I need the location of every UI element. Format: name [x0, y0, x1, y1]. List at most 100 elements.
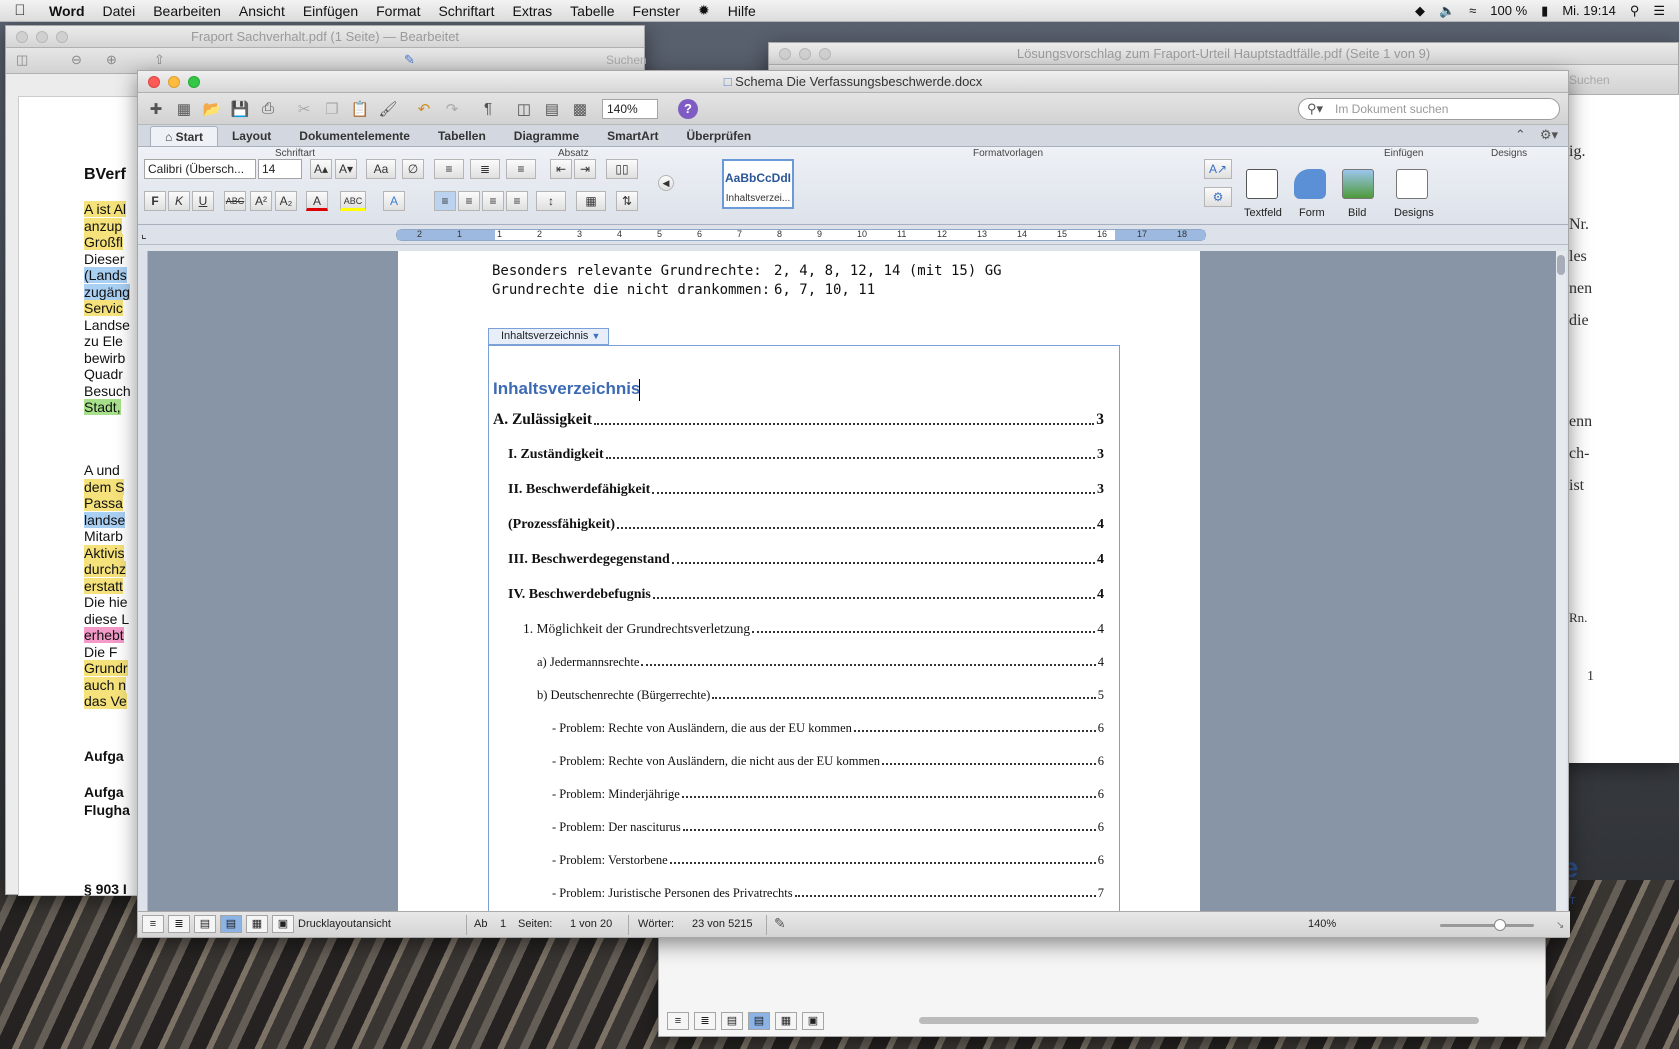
toc-entry[interactable]: (Prozessfähigkeit) 4	[508, 517, 1104, 533]
change-case-button[interactable]: Aa	[366, 159, 396, 179]
view-notebook-button[interactable]: ▤	[194, 915, 216, 933]
view-notebook-button[interactable]: ▤	[721, 1012, 743, 1030]
view-publishing-button[interactable]: ▦	[775, 1012, 797, 1030]
insert-picture-label[interactable]: Bild	[1348, 207, 1366, 219]
apple-menu-icon[interactable]: 	[0, 2, 40, 19]
toc-entry[interactable]: IV. Beschwerdebefugnis 4	[508, 587, 1104, 603]
font-size-select[interactable]: 14	[258, 159, 302, 179]
menu-bearbeiten[interactable]: Bearbeiten	[144, 3, 230, 19]
document-canvas[interactable]: Besonders relevante Grundrechte: 2, 4, 8…	[148, 251, 1558, 911]
clock[interactable]: Mi. 19:14	[1562, 3, 1615, 18]
toc-entry[interactable]: 1. Möglichkeit der Grundrechtsverletzung…	[523, 621, 1104, 637]
font-color-button[interactable]: A	[306, 191, 328, 211]
view-print-layout-button[interactable]: ▤	[748, 1012, 770, 1030]
borders-button[interactable]: ▦	[576, 191, 606, 211]
close-button[interactable]	[779, 48, 791, 60]
document-search-input[interactable]: ⚲▾ Im Dokument suchen	[1298, 98, 1560, 120]
collapse-ribbon-icon[interactable]: ⌃	[1515, 127, 1526, 143]
toc-entry[interactable]: - Problem: Minderjährige 6	[552, 787, 1104, 802]
menu-einfuegen[interactable]: Einfügen	[294, 3, 367, 19]
tab-ueberpruefen[interactable]: Überprüfen	[673, 126, 766, 146]
view-outline-button[interactable]: ≣	[168, 915, 190, 933]
highlight-button[interactable]: ABC	[340, 191, 366, 211]
bold-button[interactable]: F	[144, 191, 166, 211]
script-menu-icon[interactable]: ✹	[689, 2, 719, 19]
format-painter-icon[interactable]: 🖌	[376, 98, 400, 120]
window-titlebar[interactable]: Fraport Sachverhalt.pdf (1 Seite) — Bear…	[6, 26, 644, 48]
toolbox-icon[interactable]: ▤	[540, 98, 564, 120]
style-toc-heading[interactable]: AaBbCcDdI Inhaltsverzei...	[722, 159, 794, 209]
view-draft-button[interactable]: ≡	[667, 1012, 689, 1030]
pdf-search-input[interactable]: Suchen	[1569, 73, 1610, 87]
toc-entry[interactable]: - Problem: Juristische Personen des Priv…	[552, 886, 1104, 901]
text-effects-button[interactable]: A	[383, 191, 405, 211]
horizontal-ruler[interactable]: ⌞ 2 1 1 2 3 4 5 6 7 8 9 10 11 12 13 14 15 16 17 18	[138, 225, 1568, 245]
columns-button[interactable]: ▯▯	[606, 159, 638, 179]
share-icon[interactable]: ⇧	[154, 52, 165, 68]
zoom-out-icon[interactable]: ⊖	[71, 52, 82, 68]
menu-format[interactable]: Format	[367, 3, 429, 19]
templates-icon[interactable]: ▦	[172, 98, 196, 120]
zoom-in-icon[interactable]: ⊕	[106, 52, 117, 68]
minimize-button[interactable]	[36, 31, 48, 43]
menu-schriftart[interactable]: Schriftart	[429, 3, 503, 19]
styles-previous-icon[interactable]: ◀	[658, 175, 674, 191]
insert-shape-label[interactable]: Form	[1299, 207, 1325, 219]
minimize-button[interactable]	[168, 76, 180, 88]
tab-dokumentelemente[interactable]: Dokumentelemente	[285, 126, 424, 146]
ribbon-settings-icon[interactable]: ⚙▾	[1540, 127, 1558, 143]
align-center-button[interactable]: ≡	[458, 191, 480, 211]
minimize-button[interactable]	[799, 48, 811, 60]
zoom-slider-knob[interactable]	[1494, 919, 1506, 931]
dropbox-icon[interactable]: ◆	[1415, 3, 1425, 19]
redo-icon[interactable]: ↷	[440, 98, 464, 120]
toc-entry[interactable]: I. Zuständigkeit 3	[508, 447, 1104, 463]
styles-pane-button[interactable]: A↗	[1204, 159, 1232, 179]
toc-entry[interactable]: a) Jedermannsrechte 4	[537, 655, 1104, 670]
copy-icon[interactable]: ❐	[320, 98, 344, 120]
menu-extras[interactable]: Extras	[503, 3, 561, 19]
view-print-layout-button[interactable]: ▤	[220, 915, 242, 933]
undo-icon[interactable]: ↶	[412, 98, 436, 120]
window-titlebar[interactable]: □ Schema Die Verfassungsbeschwerde.docx	[138, 71, 1568, 93]
close-button[interactable]	[148, 76, 160, 88]
new-document-icon[interactable]: ✚	[144, 98, 168, 120]
menu-fenster[interactable]: Fenster	[624, 3, 689, 19]
view-focus-button[interactable]: ▣	[272, 915, 294, 933]
shrink-font-button[interactable]: A▾	[335, 159, 357, 179]
toc-entry[interactable]: - Problem: Rechte von Ausländern, die ni…	[552, 754, 1104, 769]
sort-button[interactable]: ⇅	[616, 191, 638, 211]
clear-formatting-button[interactable]: ∅	[402, 159, 424, 179]
vertical-ruler[interactable]	[138, 251, 148, 911]
tab-start[interactable]: ⌂ Start	[150, 126, 218, 146]
battery-icon[interactable]: ▮	[1541, 3, 1548, 19]
open-icon[interactable]: 📂	[200, 98, 224, 120]
justify-button[interactable]: ≡	[506, 191, 528, 211]
print-icon[interactable]: ⎙	[256, 98, 280, 120]
tab-smartart[interactable]: SmartArt	[593, 126, 672, 146]
zoom-slider[interactable]	[1440, 919, 1534, 931]
bullets-button[interactable]: ≡	[434, 159, 464, 179]
toc-entry[interactable]: A. Zulässigkeit 3	[493, 411, 1104, 429]
toc-content-control-tab[interactable]: Inhaltsverzeichnis ▼	[488, 328, 610, 345]
align-right-button[interactable]: ≡	[482, 191, 504, 211]
line-spacing-button[interactable]: ↕	[536, 191, 566, 211]
manage-styles-button[interactable]: ⚙	[1204, 187, 1232, 207]
paste-icon[interactable]: 📋	[348, 98, 372, 120]
menu-app-word[interactable]: Word	[40, 3, 94, 19]
words-value[interactable]: 23 von 5215	[692, 918, 753, 930]
wifi-icon[interactable]: ≈	[1469, 3, 1476, 18]
toc-entry[interactable]: - Problem: Rechte von Ausländern, die au…	[552, 721, 1104, 736]
picture-icon[interactable]	[1342, 169, 1374, 199]
numbering-button[interactable]: ≣	[470, 159, 500, 179]
menu-hilfe[interactable]: Hilfe	[719, 3, 765, 19]
align-left-button[interactable]: ≡	[434, 191, 456, 211]
tab-tabellen[interactable]: Tabellen	[424, 126, 500, 146]
horizontal-scrollbar[interactable]	[919, 1017, 1479, 1024]
toc-entry[interactable]: - Problem: Verstorbene 6	[552, 853, 1104, 868]
spotlight-search-icon[interactable]: ⚲	[1630, 3, 1640, 19]
toc-entry[interactable]: III. Beschwerdegegenstand 4	[508, 552, 1104, 568]
view-publishing-button[interactable]: ▦	[246, 915, 268, 933]
word-window[interactable]: □ Schema Die Verfassungsbeschwerde.docx …	[137, 70, 1570, 938]
menu-ansicht[interactable]: Ansicht	[230, 3, 294, 19]
